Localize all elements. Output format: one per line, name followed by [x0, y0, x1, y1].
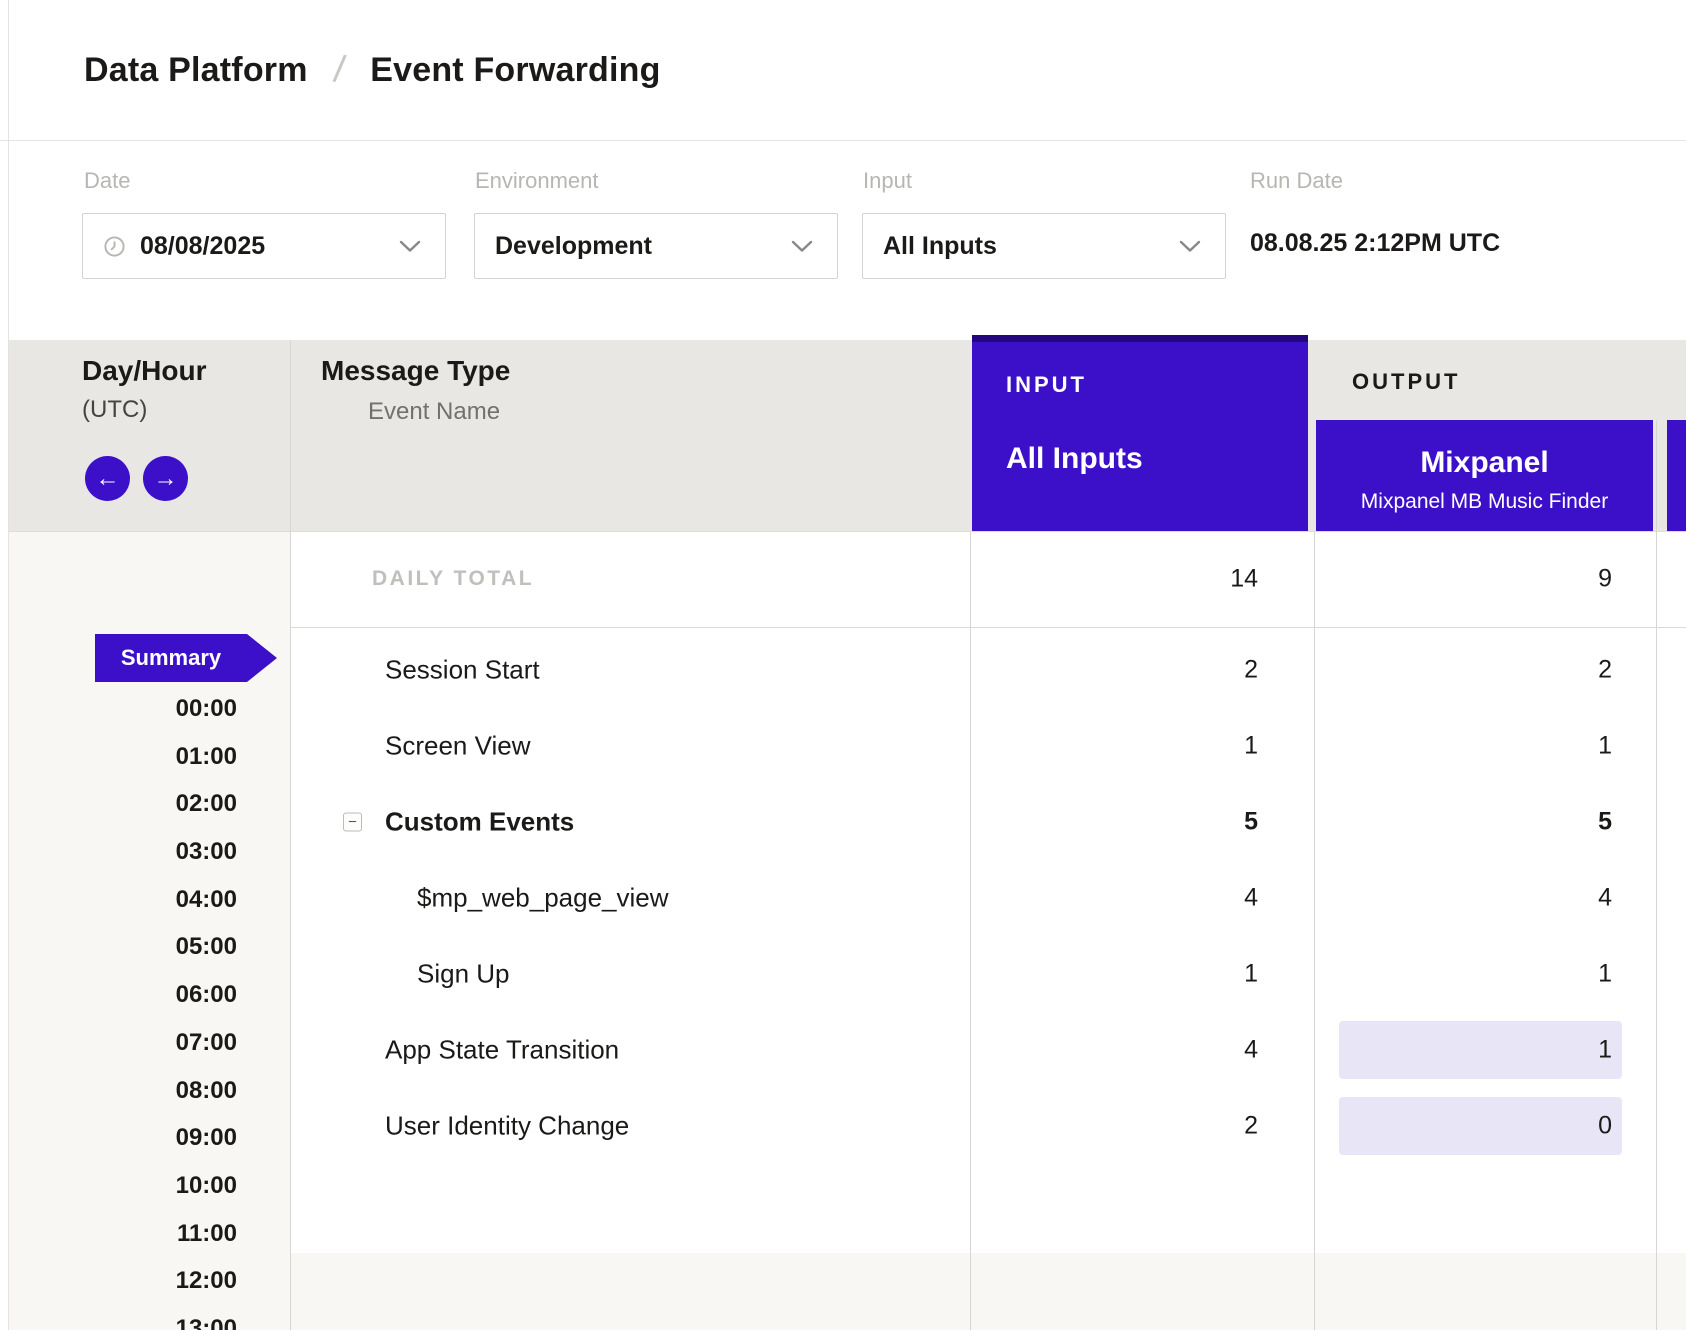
clock-icon — [103, 235, 126, 258]
input-dropdown-value: All Inputs — [883, 232, 1165, 261]
summary-row-badge[interactable]: Summary — [95, 634, 277, 682]
input-cell: 1 — [1244, 960, 1258, 989]
hour-row-label[interactable]: 06:00 — [8, 971, 237, 1019]
arrow-left-icon: ← — [96, 465, 120, 493]
hour-row-label[interactable]: 03:00 — [8, 828, 237, 876]
input-column-header[interactable]: INPUT All Inputs — [972, 335, 1308, 531]
table-row-app-state-transition: App State Transition 4 1 — [290, 1012, 1686, 1088]
input-cell: 1 — [1244, 732, 1258, 761]
hour-row-label[interactable]: 02:00 — [8, 780, 237, 828]
hour-row-label[interactable]: 07:00 — [8, 1019, 237, 1067]
table-footer-background — [290, 1253, 1686, 1330]
event-name: App State Transition — [385, 1035, 619, 1066]
run-date-value: 08.08.25 2:12PM UTC — [1250, 229, 1500, 258]
event-name: Screen View — [385, 731, 531, 762]
date-dropdown-value: 08/08/2025 — [140, 232, 385, 261]
daily-total-divider — [290, 627, 1686, 628]
daily-total-row: DAILY TOTAL 14 9 — [290, 531, 1686, 627]
hour-row-label[interactable]: 13:00 — [8, 1305, 237, 1330]
run-date-label: Run Date — [1250, 168, 1343, 194]
input-column-name: All Inputs — [1006, 442, 1308, 476]
summary-badge-label: Summary — [121, 645, 221, 671]
date-dropdown[interactable]: 08/08/2025 — [82, 213, 446, 279]
table-row-sign-up: Sign Up 1 1 — [290, 936, 1686, 1012]
input-cell: 2 — [1244, 1112, 1258, 1141]
output-cell: 5 — [1598, 808, 1612, 837]
daily-total-output-value: 9 — [1598, 565, 1612, 594]
hour-row-label[interactable]: 05:00 — [8, 923, 237, 971]
next-day-button[interactable]: → — [143, 456, 188, 501]
output-cell: 1 — [1598, 732, 1612, 761]
event-name-column-subtitle: Event Name — [368, 398, 500, 426]
hour-row-label[interactable]: 04:00 — [8, 876, 237, 924]
input-cell: 5 — [1244, 808, 1258, 837]
collapse-toggle[interactable]: − — [343, 813, 362, 832]
output-highlight — [1339, 1097, 1622, 1155]
output-cell: 2 — [1598, 656, 1612, 685]
breadcrumb-separator: / — [331, 48, 347, 92]
output-section-label: OUTPUT — [1352, 369, 1460, 395]
event-name: Sign Up — [417, 959, 510, 990]
input-cell: 4 — [1244, 884, 1258, 913]
table-row-screen-view: Screen View 1 1 — [290, 708, 1686, 784]
table-row-user-identity-change: User Identity Change 2 0 — [290, 1088, 1686, 1164]
header-divider — [0, 140, 1686, 141]
input-dropdown[interactable]: All Inputs — [862, 213, 1226, 279]
environment-dropdown-value: Development — [495, 232, 777, 261]
input-cell: 2 — [1244, 656, 1258, 685]
table-row-session-start: Session Start 2 2 — [290, 632, 1686, 708]
environment-filter-label: Environment — [475, 168, 599, 194]
day-hour-column-subtitle: (UTC) — [82, 396, 147, 424]
chevron-down-icon — [399, 240, 421, 253]
output-column-header[interactable]: Mixpanel Mixpanel MB Music Finder — [1316, 420, 1653, 531]
output-cell: 1 — [1598, 1036, 1612, 1065]
event-name: Session Start — [385, 655, 540, 686]
output-highlight — [1339, 1021, 1622, 1079]
chevron-down-icon — [1179, 240, 1201, 253]
date-filter-label: Date — [84, 168, 130, 194]
day-hour-column-title: Day/Hour — [82, 355, 206, 387]
hour-row-label[interactable]: 10:00 — [8, 1162, 237, 1210]
output-cell: 1 — [1598, 960, 1612, 989]
event-name: User Identity Change — [385, 1111, 629, 1142]
hour-row-label[interactable]: 11:00 — [8, 1210, 237, 1258]
table-row-custom-events: − Custom Events 5 5 — [290, 784, 1686, 860]
arrow-right-icon: → — [154, 465, 178, 493]
breadcrumb-parent-link[interactable]: Data Platform — [84, 51, 308, 90]
daily-total-label: DAILY TOTAL — [372, 567, 534, 591]
hour-row-label[interactable]: 12:00 — [8, 1257, 237, 1305]
event-name: Custom Events — [385, 807, 574, 838]
output-column-name: Mixpanel — [1316, 446, 1653, 480]
message-type-column-title: Message Type — [321, 355, 510, 387]
minus-icon: − — [348, 815, 357, 830]
environment-dropdown[interactable]: Development — [474, 213, 838, 279]
breadcrumb: Data Platform / Event Forwarding — [84, 0, 661, 140]
page-title: Event Forwarding — [370, 51, 660, 90]
next-output-column-partial[interactable] — [1667, 420, 1686, 531]
output-column-subtitle: Mixpanel MB Music Finder — [1316, 490, 1653, 514]
previous-day-button[interactable]: ← — [85, 456, 130, 501]
chevron-down-icon — [791, 240, 813, 253]
hour-row-label[interactable]: 00:00 — [8, 685, 237, 733]
input-section-label: INPUT — [1006, 372, 1308, 398]
hour-row-label[interactable]: 08:00 — [8, 1067, 237, 1115]
input-cell: 4 — [1244, 1036, 1258, 1065]
hour-row-label[interactable]: 01:00 — [8, 733, 237, 781]
hour-row-label[interactable]: 09:00 — [8, 1114, 237, 1162]
table-row-mp-web-page-view: $mp_web_page_view 4 4 — [290, 860, 1686, 936]
hours-list: 00:00 01:00 02:00 03:00 04:00 05:00 06:0… — [8, 685, 237, 1330]
event-forwarding-page: Data Platform / Event Forwarding Date En… — [0, 0, 1686, 1330]
input-filter-label: Input — [863, 168, 912, 194]
daily-total-input-value: 14 — [1230, 565, 1258, 594]
event-name: $mp_web_page_view — [417, 883, 669, 914]
output-cell: 4 — [1598, 884, 1612, 913]
output-cell: 0 — [1598, 1112, 1612, 1141]
